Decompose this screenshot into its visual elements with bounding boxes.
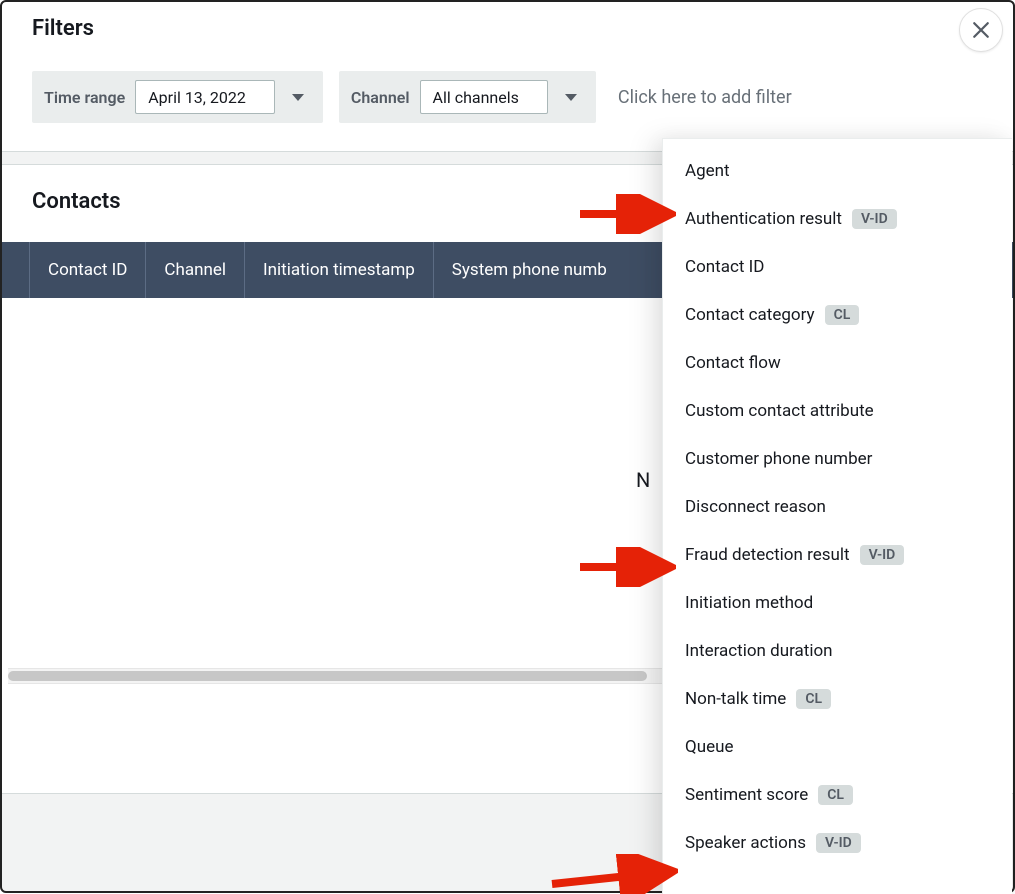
dropdown-item-label: Speaker actions	[685, 833, 806, 853]
dropdown-item-label: Initiation method	[685, 593, 813, 613]
dropdown-item-label: Sentiment score	[685, 785, 808, 805]
dropdown-item-agent[interactable]: Agent	[663, 147, 1012, 195]
dropdown-item-fraud-detection-result[interactable]: Fraud detection result V-ID	[663, 531, 1012, 579]
table-header-initiation-timestamp[interactable]: Initiation timestamp	[245, 242, 434, 298]
chevron-down-icon	[292, 94, 304, 101]
dropdown-item-badge: CL	[818, 785, 853, 805]
dropdown-item-queue[interactable]: Queue	[663, 723, 1012, 771]
dropdown-item-interaction-duration[interactable]: Interaction duration	[663, 627, 1012, 675]
table-body-fragment: N	[636, 468, 650, 492]
dropdown-item-custom-contact-attribute[interactable]: Custom contact attribute	[663, 387, 1012, 435]
filter-time-range-select[interactable]: April 13, 2022	[135, 80, 275, 114]
dropdown-item-label: Contact ID	[685, 257, 764, 277]
dropdown-item-label: Interaction duration	[685, 641, 833, 661]
dropdown-item-badge: CL	[825, 305, 860, 325]
filter-channel-caret[interactable]	[558, 94, 584, 101]
dropdown-item-contact-flow[interactable]: Contact flow	[663, 339, 1012, 387]
chevron-down-icon	[565, 94, 577, 101]
dropdown-item-contact-id[interactable]: Contact ID	[663, 243, 1012, 291]
dropdown-item-badge: CL	[796, 689, 831, 709]
add-filter-input[interactable]: Click here to add filter	[612, 87, 792, 108]
dropdown-item-badge: V-ID	[860, 545, 905, 565]
filter-options-dropdown[interactable]: Agent Authentication result V-ID Contact ID…	[662, 138, 1012, 894]
filter-time-range-label: Time range	[44, 88, 125, 107]
dropdown-item-sentiment-score[interactable]: Sentiment score CL	[663, 771, 1012, 819]
dropdown-item-label: Customer phone number	[685, 449, 872, 469]
filter-time-range-value: April 13, 2022	[148, 88, 246, 107]
dropdown-item-label: Agent	[685, 161, 730, 181]
dropdown-item-customer-phone-number[interactable]: Customer phone number	[663, 435, 1012, 483]
horizontal-scrollbar-thumb[interactable]	[8, 671, 647, 681]
dropdown-item-label: Custom contact attribute	[685, 401, 874, 421]
dropdown-item-authentication-result[interactable]: Authentication result V-ID	[663, 195, 1012, 243]
dropdown-item-badge: V-ID	[852, 209, 897, 229]
dropdown-item-label: Fraud detection result	[685, 545, 850, 565]
close-icon	[972, 21, 990, 39]
filter-channel: Channel All channels	[339, 71, 596, 123]
dropdown-item-label: Authentication result	[685, 209, 842, 229]
dropdown-item-badge: V-ID	[816, 833, 861, 853]
dropdown-item-non-talk-time[interactable]: Non-talk time CL	[663, 675, 1012, 723]
dropdown-item-contact-category[interactable]: Contact category CL	[663, 291, 1012, 339]
filter-channel-value: All channels	[433, 88, 519, 107]
table-header-system-phone[interactable]: System phone numb	[434, 242, 625, 298]
filter-channel-select[interactable]: All channels	[420, 80, 548, 114]
close-button[interactable]	[959, 8, 1003, 52]
dropdown-item-label: Queue	[685, 737, 733, 757]
dropdown-item-initiation-method[interactable]: Initiation method	[663, 579, 1012, 627]
dropdown-item-speaker-actions[interactable]: Speaker actions V-ID	[663, 819, 1012, 867]
filter-time-range-caret[interactable]	[285, 94, 311, 101]
filter-time-range: Time range April 13, 2022	[32, 71, 323, 123]
annotation-arrow-speaker	[548, 854, 678, 894]
dropdown-item-label: Contact category	[685, 305, 815, 325]
dropdown-item-disconnect-reason[interactable]: Disconnect reason	[663, 483, 1012, 531]
dropdown-item-label: Disconnect reason	[685, 497, 826, 517]
filters-panel: Filters Time range April 13, 2022 Channe…	[2, 2, 1013, 151]
filters-title: Filters	[32, 16, 983, 41]
dropdown-item-label: Contact flow	[685, 353, 781, 373]
table-header-channel[interactable]: Channel	[146, 242, 245, 298]
filter-row: Time range April 13, 2022 Channel All ch…	[32, 71, 983, 123]
filter-channel-label: Channel	[351, 88, 410, 107]
dropdown-item-label: Non-talk time	[685, 689, 786, 709]
table-header-checkbox-col[interactable]	[2, 242, 30, 298]
table-header-contact-id[interactable]: Contact ID	[30, 242, 146, 298]
